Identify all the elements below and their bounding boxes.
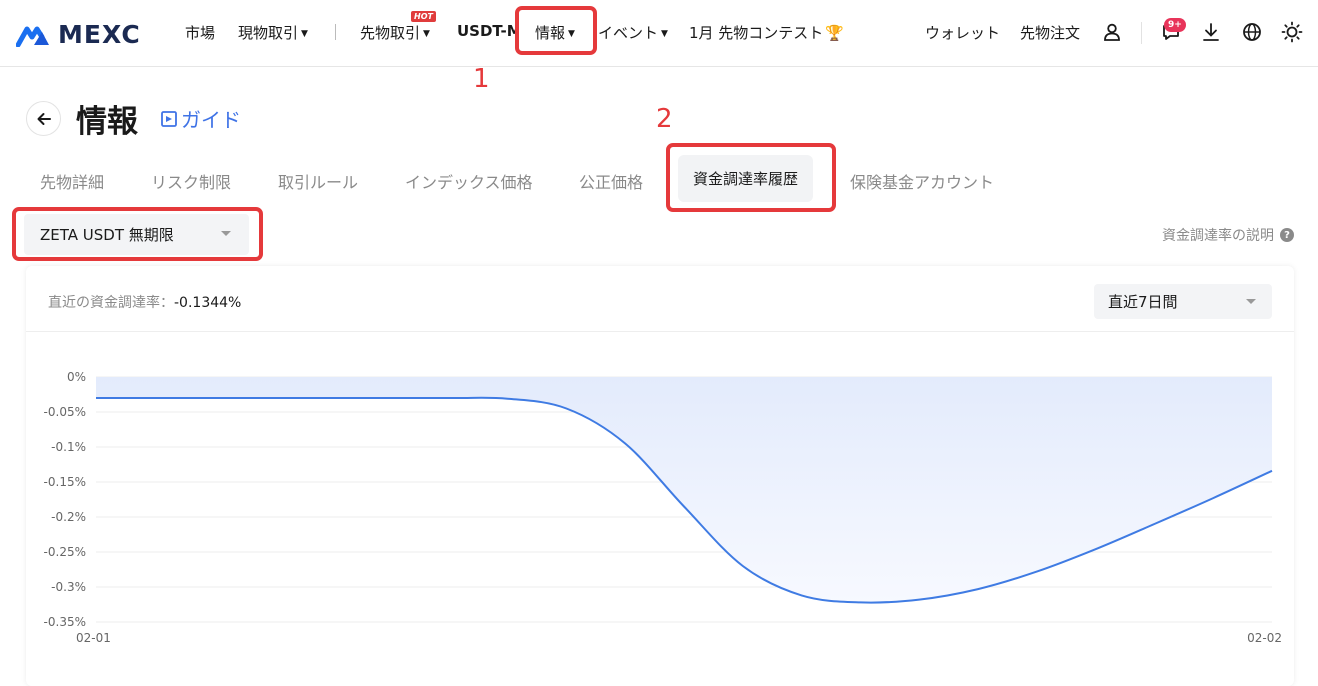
arrow-left-icon [37, 112, 51, 125]
icon-divider [1141, 22, 1142, 44]
tab-futures-details[interactable]: 先物詳細 [40, 169, 104, 193]
caret-down-icon: ▼ [301, 29, 308, 39]
nav-futures[interactable]: 先物取引 ▼ [360, 22, 430, 43]
tab-fair-price[interactable]: 公正価格 [579, 169, 643, 193]
contract-select[interactable]: ZETA USDT 無期限 [24, 214, 249, 255]
nav-contest[interactable]: 1月 先物コンテスト 🏆 [689, 22, 844, 43]
series-area [96, 377, 1272, 603]
time-range-select[interactable]: 直近7日間 [1094, 284, 1272, 319]
guide-book-icon [161, 110, 177, 127]
y-tick-label: -0.3% [51, 580, 86, 594]
nav-futures-orders-label: 先物注文 [1020, 24, 1081, 42]
globe-icon[interactable] [1240, 20, 1264, 44]
nav-spot-label: 現物取引 [238, 24, 299, 42]
nav-contest-label: 1月 先物コンテスト [689, 24, 824, 42]
nav-usdt-m[interactable]: USDT-M [457, 22, 515, 40]
top-navigation-bar: MEXC 市場 現物取引 ▼ 先物取引 ▼ HOT USDT-M 情報 ▼ イベント ▼… [0, 0, 1318, 67]
latest-value: -0.1344% [174, 295, 242, 311]
sun-icon[interactable] [1280, 20, 1304, 44]
x-tick-label: 02-02 [1247, 631, 1282, 645]
nav-wallet-label: ウォレット [925, 24, 1001, 42]
tab-trading-rules[interactable]: 取引ルール [278, 169, 358, 193]
nav-events-label: イベント [598, 24, 659, 42]
nav-events[interactable]: イベント ▼ [598, 22, 668, 43]
time-range-value: 直近7日間 [1108, 293, 1178, 311]
y-tick-label: -0.1% [51, 440, 86, 454]
nav-futures-orders[interactable]: 先物注文 [1020, 22, 1080, 43]
download-icon[interactable] [1199, 20, 1223, 44]
nav-spot[interactable]: 現物取引 ▼ [238, 22, 308, 43]
page-title: 情報 [76, 104, 138, 140]
caret-down-icon: ▼ [661, 29, 668, 39]
funding-chart-card: 直近の資金調達率：-0.1344% 直近7日間 0% -0.05% -0.1% -0.… [26, 266, 1294, 686]
dropdown-arrow-icon [1246, 299, 1256, 304]
nav-divider [335, 24, 336, 40]
trophy-icon: 🏆 [825, 24, 844, 42]
nav-futures-label: 先物取引 [360, 24, 421, 42]
nav-market-label: 市場 [185, 24, 216, 42]
y-tick-label: -0.35% [44, 615, 86, 629]
annotation-box-info [515, 6, 597, 55]
back-button[interactable] [26, 101, 61, 136]
y-tick-label: -0.2% [51, 510, 86, 524]
annotation-number-1: 1 [473, 64, 490, 94]
dropdown-arrow-icon [221, 231, 231, 236]
nav-usdt-m-label: USDT-M [457, 22, 515, 40]
question-icon: ? [1280, 228, 1294, 242]
mexc-logo[interactable]: MEXC [16, 20, 141, 49]
tab-risk-limit[interactable]: リスク制限 [151, 169, 231, 193]
nav-wallet[interactable]: ウォレット [925, 22, 1000, 43]
tab-funding-rate-history[interactable]: 資金調達率履歴 [678, 155, 813, 202]
nav-market[interactable]: 市場 [185, 22, 215, 43]
logo-text: MEXC [58, 20, 141, 49]
tab-index-price[interactable]: インデックス価格 [405, 169, 533, 193]
user-icon[interactable] [1100, 20, 1124, 44]
contract-select-value: ZETA USDT 無期限 [40, 226, 174, 244]
explain-label: 資金調達率の説明 [1162, 228, 1274, 244]
hot-badge: HOT [411, 11, 436, 22]
y-tick-label: -0.05% [44, 405, 86, 419]
annotation-number-2: 2 [656, 104, 673, 134]
latest-funding-rate: 直近の資金調達率：-0.1344% [48, 292, 241, 312]
funding-rate-chart[interactable]: 0% -0.05% -0.1% -0.15% -0.2% -0.25% -0.3% -0.35… [26, 332, 1294, 686]
x-tick-label: 02-01 [76, 631, 111, 645]
y-tick-label: -0.15% [44, 475, 86, 489]
mexc-logo-icon [16, 26, 49, 47]
guide-label: ガイド [181, 108, 241, 132]
latest-label: 直近の資金調達率： [48, 295, 174, 311]
chart-card-header: 直近の資金調達率：-0.1344% 直近7日間 [26, 266, 1294, 332]
caret-down-icon: ▼ [423, 29, 430, 39]
funding-rate-explanation-link[interactable]: 資金調達率の説明 ? [1162, 225, 1294, 245]
tab-insurance-fund[interactable]: 保険基金アカウント [850, 169, 994, 193]
guide-link[interactable]: ガイド [160, 104, 241, 133]
y-tick-label: -0.25% [44, 545, 86, 559]
y-tick-label: 0% [67, 370, 86, 384]
notification-badge: 9+ [1164, 18, 1186, 32]
